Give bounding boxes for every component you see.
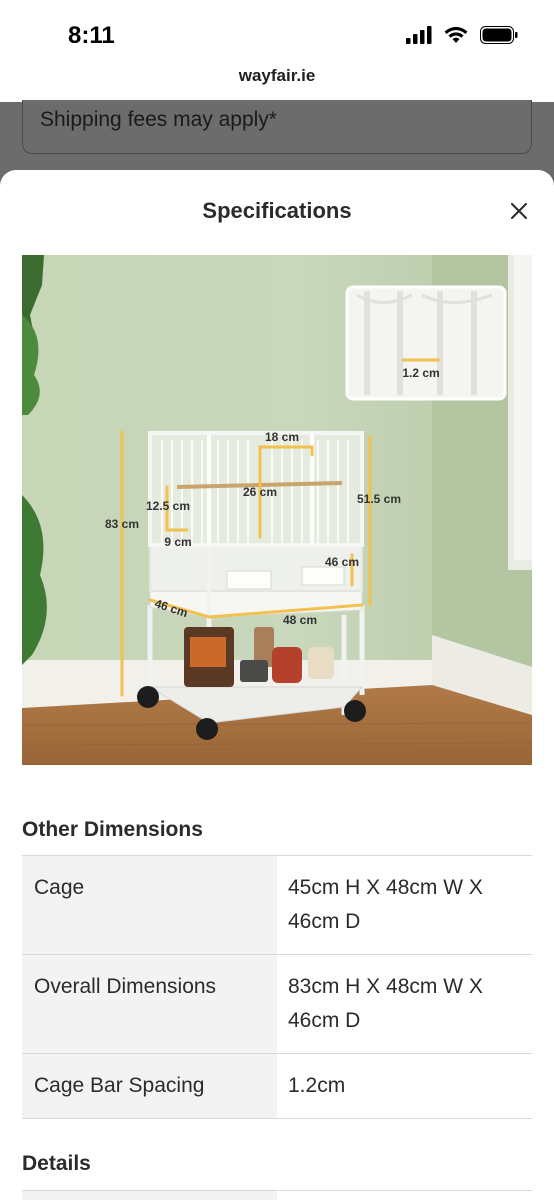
label-tray-depth: 46 cm bbox=[325, 555, 359, 569]
dimensions-table: Cage 45cm H X 48cm W X 46cm D Overall Di… bbox=[22, 855, 532, 1119]
row-label: Cage Bar Spacing bbox=[22, 1053, 277, 1119]
row-label: Overall Dimensions bbox=[22, 954, 277, 1054]
details-table-top bbox=[22, 1190, 532, 1200]
label-top-width: 18 cm bbox=[265, 430, 299, 444]
label-cage-height: 51.5 cm bbox=[357, 492, 401, 506]
row-label: Cage bbox=[22, 855, 277, 955]
label-base-width: 48 cm bbox=[283, 613, 317, 627]
cellular-signal-icon bbox=[406, 26, 432, 44]
row-value: 45cm H X 48cm W X 46cm D bbox=[277, 855, 532, 955]
details-heading: Details bbox=[22, 1152, 91, 1175]
url-label[interactable]: wayfair.ie bbox=[0, 66, 554, 86]
battery-icon bbox=[480, 26, 518, 44]
label-side-door-height: 12.5 cm bbox=[146, 499, 190, 513]
table-row: Overall Dimensions 83cm H X 48cm W X 46c… bbox=[22, 954, 532, 1054]
status-icons bbox=[406, 26, 518, 44]
table-row: Cage 45cm H X 48cm W X 46cm D bbox=[22, 855, 532, 955]
shipping-note: Shipping fees may apply* bbox=[40, 108, 277, 131]
wifi-icon bbox=[444, 26, 468, 43]
label-door-height: 26 cm bbox=[243, 485, 277, 499]
row-value: 1.2cm bbox=[277, 1053, 532, 1119]
table-row: Cage Bar Spacing 1.2cm bbox=[22, 1053, 532, 1119]
label-bar-spacing: 1.2 cm bbox=[402, 366, 439, 380]
product-dimensions-image[interactable]: 1.2 cm 18 cm 26 cm 12.5 cm 9 cm 83 cm 51… bbox=[22, 255, 532, 765]
clock: 8:11 bbox=[68, 22, 115, 49]
product-illustration: 1.2 cm 18 cm 26 cm 12.5 cm 9 cm 83 cm 51… bbox=[22, 255, 532, 765]
status-bar: 8:11 wayfair.ie bbox=[0, 0, 554, 102]
sheet-title: Specifications bbox=[202, 198, 352, 223]
close-icon bbox=[511, 203, 527, 219]
other-dimensions-heading: Other Dimensions bbox=[22, 818, 203, 841]
label-total-height: 83 cm bbox=[105, 517, 139, 531]
label-side-door-width: 9 cm bbox=[164, 535, 191, 549]
row-value: 83cm H X 48cm W X 46cm D bbox=[277, 954, 532, 1054]
close-button[interactable] bbox=[506, 198, 532, 224]
specifications-sheet: Specifications 1.2 cm 18 cm 26 cm 12.5 c… bbox=[0, 170, 554, 1200]
